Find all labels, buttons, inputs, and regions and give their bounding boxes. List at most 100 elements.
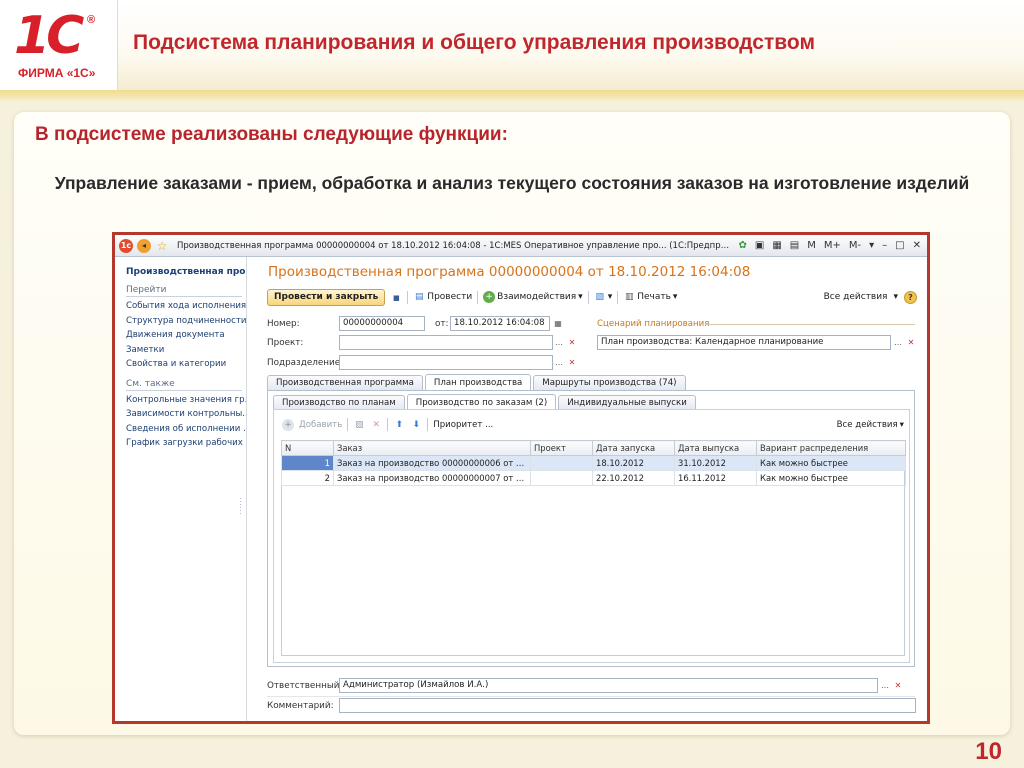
cell-distribution[interactable]: Как можно быстрее: [756, 470, 906, 486]
chevron-down-icon: ▾: [607, 292, 613, 302]
responsible-field[interactable]: Администратор (Измайлов И.А.): [339, 678, 878, 693]
sidebar-link-structure[interactable]: Структура подчиненности: [126, 314, 246, 329]
cell-project[interactable]: [530, 470, 593, 486]
sidebar-link-workload-chart[interactable]: График загрузки рабочих ...: [126, 436, 246, 451]
tab-production-routes[interactable]: Маршруты производства (74): [533, 375, 686, 390]
column-header-distribution[interactable]: Вариант распределения: [756, 440, 906, 456]
clear-icon[interactable]: ✕: [905, 336, 917, 349]
add-icon[interactable]: +: [282, 418, 294, 431]
post-icon: ▤: [415, 292, 424, 302]
subtab-by-orders[interactable]: Производство по заказам (2): [406, 394, 557, 410]
select-ellipsis-icon[interactable]: …: [553, 356, 565, 369]
date-field[interactable]: 18.10.2012 16:04:08: [450, 316, 550, 331]
footer-divider: [267, 696, 915, 697]
close-button[interactable]: ✕: [911, 240, 923, 251]
app-window: 1c ◂ ☆ Производственная программа 000000…: [112, 232, 930, 724]
memory-minus-button[interactable]: M-: [847, 240, 863, 251]
clear-icon[interactable]: ✕: [892, 679, 904, 692]
form-toolbar: Провести и закрыть ▪ ▤ Провести + Взаимоде…: [267, 287, 917, 307]
all-actions-label: Все действия: [823, 292, 888, 302]
maximize-button[interactable]: □: [893, 240, 906, 251]
subtab-by-plans[interactable]: Производство по планам: [273, 395, 405, 410]
select-ellipsis-icon[interactable]: …: [879, 679, 891, 692]
print-label: Печать: [637, 292, 671, 302]
clear-icon[interactable]: ✕: [566, 336, 578, 349]
sidebar-link-events[interactable]: События хода исполнения...: [126, 299, 246, 314]
window-title: Производственная программа 00000000004 о…: [177, 240, 733, 251]
scenario-caption: Сценарий планирования: [597, 319, 710, 329]
cell-distribution[interactable]: Как можно быстрее: [756, 455, 906, 471]
project-field[interactable]: [339, 335, 553, 350]
cell-order[interactable]: Заказ на производство 00000000006 от 18.…: [333, 455, 531, 471]
grid-all-actions-menu[interactable]: Все действия ▾: [837, 420, 904, 430]
column-header-n[interactable]: N: [281, 440, 334, 456]
cell-start-date[interactable]: 18.10.2012: [592, 455, 675, 471]
header-divider: [0, 90, 1024, 102]
copy-icon[interactable]: ▧: [353, 419, 365, 431]
scenario-field[interactable]: План производства: Календарное планирова…: [597, 335, 891, 350]
table-row[interactable]: 1 Заказ на производство 00000000006 от 1…: [281, 455, 906, 471]
help-icon[interactable]: ?: [904, 290, 917, 304]
column-header-release-date[interactable]: Дата выпуска: [674, 440, 757, 456]
tab-production-plan[interactable]: План производства: [424, 374, 532, 390]
comment-field[interactable]: [339, 698, 916, 713]
post-and-close-button[interactable]: Провести и закрыть: [267, 288, 386, 306]
department-field[interactable]: [339, 355, 553, 370]
number-field[interactable]: 00000000004: [339, 316, 425, 331]
back-arrow-icon[interactable]: ◂: [137, 238, 151, 253]
minimize-button[interactable]: –: [880, 240, 889, 251]
cell-release-date[interactable]: 16.11.2012: [674, 470, 757, 486]
logo-mark: 1С: [14, 6, 84, 66]
chevron-down-icon: ▾: [899, 419, 904, 430]
delete-icon[interactable]: ✕: [370, 419, 382, 431]
select-ellipsis-icon[interactable]: …: [553, 336, 565, 349]
calculator-icon[interactable]: ▦: [770, 240, 783, 251]
sidebar-item-document[interactable]: Производственная прог...: [126, 267, 246, 277]
add-favorite-icon[interactable]: ✿: [736, 240, 748, 251]
sidebar-link-execution-info[interactable]: Сведения об исполнении ...: [126, 422, 246, 437]
print-button[interactable]: ▥ Печать ▾: [623, 291, 677, 303]
cell-n[interactable]: 2: [281, 470, 334, 486]
all-actions-menu[interactable]: Все действия ▾?: [823, 290, 917, 304]
sidebar-link-control-values[interactable]: Контрольные значения гр...: [126, 393, 246, 408]
column-header-order[interactable]: Заказ: [333, 440, 531, 456]
main-tabs: Производственная программа План производ…: [267, 374, 686, 390]
window-menu-chevron-icon[interactable]: ▾: [867, 240, 876, 251]
select-ellipsis-icon[interactable]: …: [892, 336, 904, 349]
create-based-on-button[interactable]: ▧ ▾: [594, 291, 613, 303]
cell-release-date[interactable]: 31.10.2012: [674, 455, 757, 471]
memory-m-button[interactable]: M: [805, 240, 818, 251]
column-header-project[interactable]: Проект: [530, 440, 593, 456]
favorite-star-icon[interactable]: ☆: [155, 239, 169, 253]
memory-plus-button[interactable]: M+: [822, 240, 843, 251]
post-button[interactable]: ▤ Провести: [413, 291, 472, 303]
panel-resize-grip[interactable]: :::: [239, 496, 242, 516]
sidebar-link-notes[interactable]: Заметки: [126, 343, 246, 358]
app-logo-icon[interactable]: 1c: [119, 238, 133, 253]
priority-button[interactable]: Приоритет ...: [433, 420, 493, 430]
table-header-row: N Заказ Проект Дата запуска Дата выпуска…: [281, 440, 906, 456]
save-icon[interactable]: ▪: [390, 291, 402, 304]
sidebar-link-properties[interactable]: Свойства и категории: [126, 357, 246, 372]
cell-order[interactable]: Заказ на производство 00000000007 от 18.…: [333, 470, 531, 486]
move-down-icon[interactable]: ⬇: [410, 419, 422, 431]
clear-icon[interactable]: ✕: [566, 356, 578, 369]
table-row[interactable]: 2 Заказ на производство 00000000007 от 1…: [281, 470, 906, 486]
refresh-icon[interactable]: ▣: [753, 240, 766, 251]
sidebar-link-movements[interactable]: Движения документа: [126, 328, 246, 343]
calendar-icon[interactable]: ▤: [788, 240, 801, 251]
goto-section-header: Перейти: [126, 285, 242, 297]
column-header-start-date[interactable]: Дата запуска: [592, 440, 675, 456]
move-up-icon[interactable]: ⬆: [393, 419, 405, 431]
calendar-picker-icon[interactable]: ▦: [552, 317, 564, 330]
cell-start-date[interactable]: 22.10.2012: [592, 470, 675, 486]
sidebar-link-dependencies[interactable]: Зависимости контрольны...: [126, 407, 246, 422]
cell-n[interactable]: 1: [281, 455, 334, 471]
logo-registered-mark: ®: [87, 14, 96, 26]
tab-production-program[interactable]: Производственная программа: [267, 375, 423, 390]
cell-project[interactable]: [530, 455, 593, 471]
add-button[interactable]: Добавить: [299, 420, 342, 430]
interactions-button[interactable]: + Взаимодействия ▾: [483, 291, 583, 303]
interactions-icon: +: [483, 291, 496, 303]
subtab-individual-releases[interactable]: Индивидуальные выпуски: [558, 395, 696, 410]
